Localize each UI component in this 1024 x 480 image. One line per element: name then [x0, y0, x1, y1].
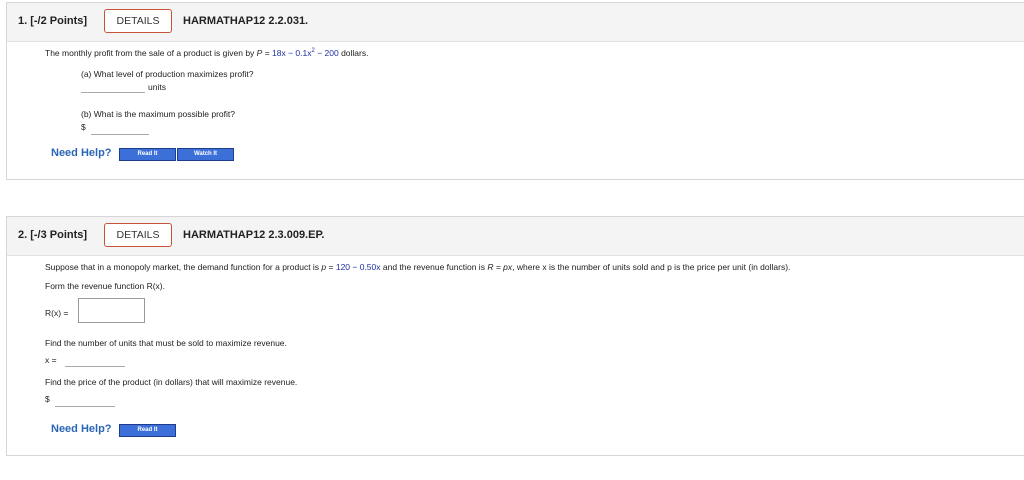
- question-1-header: 1. [-/2 Points] DETAILS HARMATHAP12 2.2.…: [7, 3, 1024, 42]
- find-price-text: Find the price of the product (in dollar…: [45, 377, 298, 387]
- units-label: units: [148, 82, 166, 92]
- answer-b-input[interactable]: [91, 133, 149, 135]
- demand-function: 120 − 0.50x: [335, 262, 381, 272]
- answer-a-input[interactable]: [81, 91, 145, 93]
- need-help-label: Need Help?: [51, 147, 112, 159]
- form-revenue-text: Form the revenue function R(x).: [45, 281, 165, 291]
- dollar-sign: $: [45, 394, 50, 404]
- watch-it-button[interactable]: Watch It: [177, 148, 234, 161]
- units-answer-input[interactable]: [65, 365, 125, 367]
- price-answer-input[interactable]: [55, 405, 115, 407]
- question-2-card: 2. [-/3 Points] DETAILS HARMATHAP12 2.3.…: [6, 216, 1024, 456]
- question-1-points: 1. [-/2 Points]: [18, 15, 88, 27]
- question-1-code: HARMATHAP12 2.2.031.: [183, 15, 309, 27]
- question-2-header: 2. [-/3 Points] DETAILS HARMATHAP12 2.3.…: [7, 217, 1024, 256]
- question-2-code: HARMATHAP12 2.3.009.EP.: [183, 229, 325, 241]
- rx-label: R(x) =: [45, 308, 69, 318]
- part-a-question: (a) What level of production maximizes p…: [81, 69, 254, 79]
- read-it-button[interactable]: Read It: [119, 148, 176, 161]
- question-2-points: 2. [-/3 Points]: [18, 229, 88, 241]
- revenue-function-input[interactable]: [78, 298, 145, 323]
- question-1-card: 1. [-/2 Points] DETAILS HARMATHAP12 2.2.…: [6, 2, 1024, 180]
- question-2-stem: Suppose that in a monopoly market, the d…: [45, 262, 791, 272]
- find-units-text: Find the number of units that must be so…: [45, 338, 287, 348]
- profit-function: 18x − 0.1x2 − 200: [272, 48, 339, 58]
- details-button[interactable]: DETAILS: [104, 9, 172, 33]
- dollar-sign: $: [81, 122, 86, 132]
- question-1-stem: The monthly profit from the sale of a pr…: [45, 48, 369, 58]
- details-button[interactable]: DETAILS: [104, 223, 172, 247]
- x-label: x =: [45, 355, 57, 365]
- need-help-label: Need Help?: [51, 423, 112, 435]
- part-b-question: (b) What is the maximum possible profit?: [81, 109, 235, 119]
- read-it-button[interactable]: Read It: [119, 424, 176, 437]
